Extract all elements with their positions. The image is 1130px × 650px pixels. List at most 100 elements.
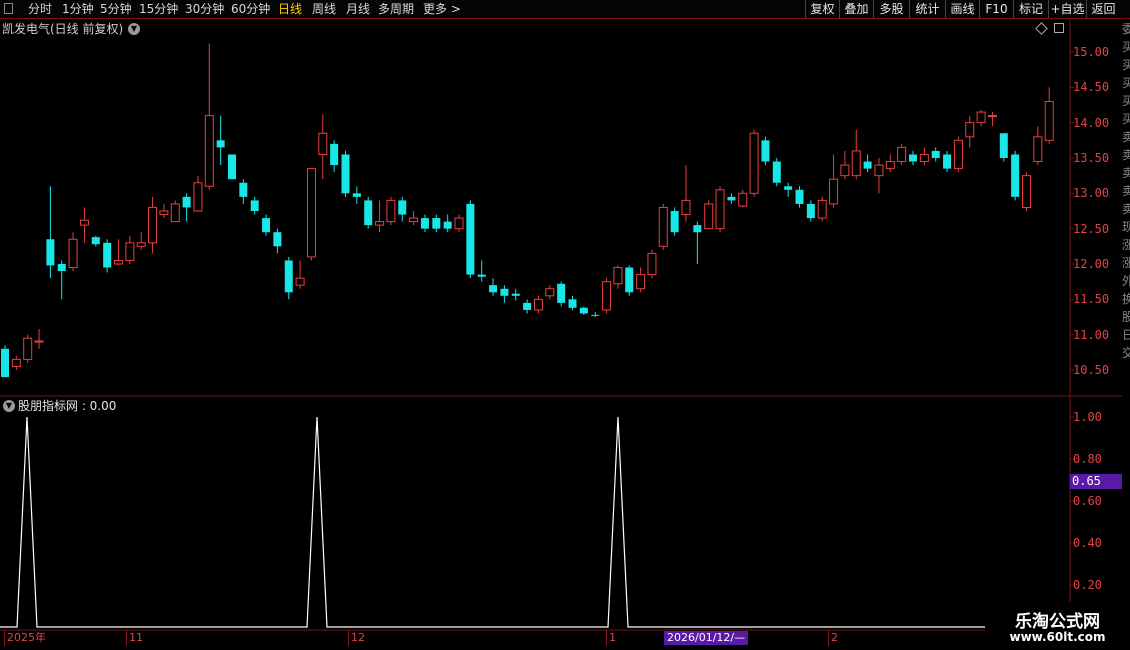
price-axis-label: 11.00	[1073, 327, 1110, 342]
candle-down	[931, 150, 940, 158]
candle-up	[874, 164, 884, 177]
candle-down	[1, 348, 9, 378]
candle-down	[670, 211, 679, 233]
candle-up	[715, 189, 725, 230]
quote-panel-char: 现	[1122, 220, 1130, 234]
watermark: 乐淘公式网 www.60lt.com	[985, 602, 1130, 650]
indicator-axis-label: 0.60	[1073, 494, 1102, 508]
price-axis-label: 12.00	[1073, 257, 1110, 271]
watermark-title: 乐淘公式网	[1015, 612, 1100, 632]
indicator-axis-label: 0.80	[1073, 452, 1102, 466]
candle-down	[262, 218, 271, 233]
candle-down	[591, 314, 600, 316]
candle-down	[1011, 154, 1020, 197]
candle-up	[851, 150, 861, 177]
indicator-line	[0, 416, 985, 628]
candle-up	[11, 358, 21, 367]
price-axis-label: 14.50	[1073, 80, 1110, 95]
candle-up	[204, 115, 214, 187]
candle-up	[318, 132, 328, 155]
candle-up	[170, 203, 180, 223]
candle-up	[897, 146, 907, 163]
candles-group	[1, 43, 1054, 378]
quote-panel-char: 外	[1122, 274, 1130, 288]
candle-down	[239, 182, 248, 197]
candle-up	[34, 340, 44, 343]
quote-panel-char: 卖	[1122, 130, 1130, 144]
candle-down	[364, 200, 373, 226]
price-axis-label: 10.50	[1073, 363, 1110, 377]
price-axis-label: 12.50	[1073, 221, 1110, 236]
candle-up	[840, 164, 850, 177]
candle-down	[284, 260, 293, 293]
time-label: 12	[348, 630, 365, 646]
price-axis-label: 14.00	[1073, 115, 1110, 130]
candle-down	[398, 200, 407, 215]
candle-up	[136, 242, 146, 247]
candle-up	[953, 139, 963, 170]
time-label: 1	[606, 630, 616, 646]
candle-up	[386, 199, 396, 223]
candle-down	[182, 196, 191, 208]
time-axis: 2025年 11 12 1 2	[0, 630, 985, 650]
candle-up	[23, 337, 33, 360]
candle-down	[727, 196, 736, 201]
indicator-axis-label: 0.20	[1073, 578, 1102, 592]
quote-panel-char: 换	[1122, 292, 1130, 306]
quote-panel-char: 卖	[1122, 184, 1130, 198]
candle-up	[749, 132, 759, 194]
candle-up	[987, 115, 997, 118]
quote-panel-char: 涨	[1122, 238, 1130, 252]
cursor-date: 2026/01/12/—	[664, 631, 749, 645]
candle-down	[943, 154, 952, 169]
indicator-axis-label: 0.40	[1073, 536, 1102, 550]
quote-panel-char: 卖	[1122, 148, 1130, 162]
candle-up	[295, 277, 305, 286]
candle-up	[919, 153, 929, 163]
price-axis-label: 13.50	[1073, 151, 1110, 165]
kline-chart[interactable]	[0, 0, 1130, 650]
watermark-url: www.60lt.com	[1009, 630, 1106, 644]
candle-down	[795, 189, 804, 204]
quote-panel-edge: 委买买买买买卖卖卖卖卖现涨涨外换股日交	[1122, 20, 1130, 650]
candle-up	[1022, 175, 1031, 208]
candle-down	[772, 161, 781, 183]
candle-up	[148, 206, 158, 244]
candle-down	[477, 274, 486, 277]
quote-panel-char: 买	[1122, 40, 1130, 54]
candle-down	[352, 193, 361, 197]
quote-panel-char: 买	[1122, 94, 1130, 108]
candle-down	[443, 221, 452, 229]
price-axis-label: 11.50	[1073, 292, 1110, 307]
candle-down	[46, 239, 55, 266]
candle-down	[579, 307, 588, 314]
quote-panel-char: 卖	[1122, 166, 1130, 180]
candle-down	[273, 232, 282, 247]
candle-down	[228, 154, 236, 180]
candle-up	[829, 178, 839, 205]
time-label: 2	[828, 630, 838, 646]
candle-down	[999, 133, 1008, 158]
chevron-down-icon[interactable]: ▼	[3, 400, 15, 412]
candle-up	[306, 168, 316, 258]
candle-down	[250, 200, 259, 211]
quote-panel-char: 买	[1122, 58, 1130, 72]
candle-up	[885, 161, 895, 170]
candle-up	[68, 238, 78, 269]
indicator-title: 股朋指标网 : 0.00	[18, 399, 117, 413]
quote-panel-char: 日	[1122, 328, 1130, 342]
quote-panel-char: 买	[1122, 112, 1130, 126]
quote-panel-char: 交	[1122, 346, 1130, 360]
candle-up	[738, 192, 748, 207]
candle-down	[625, 267, 634, 293]
quote-panel-char: 买	[1122, 76, 1130, 90]
candle-down	[466, 203, 475, 275]
candle-down	[557, 283, 566, 303]
quote-panel-char: 卖	[1122, 202, 1130, 216]
candle-down	[568, 299, 577, 308]
candle-up	[817, 199, 827, 219]
candle-down	[863, 161, 872, 169]
candle-down	[330, 143, 339, 166]
time-label: 2025年	[4, 630, 46, 646]
candle-up	[965, 122, 975, 138]
